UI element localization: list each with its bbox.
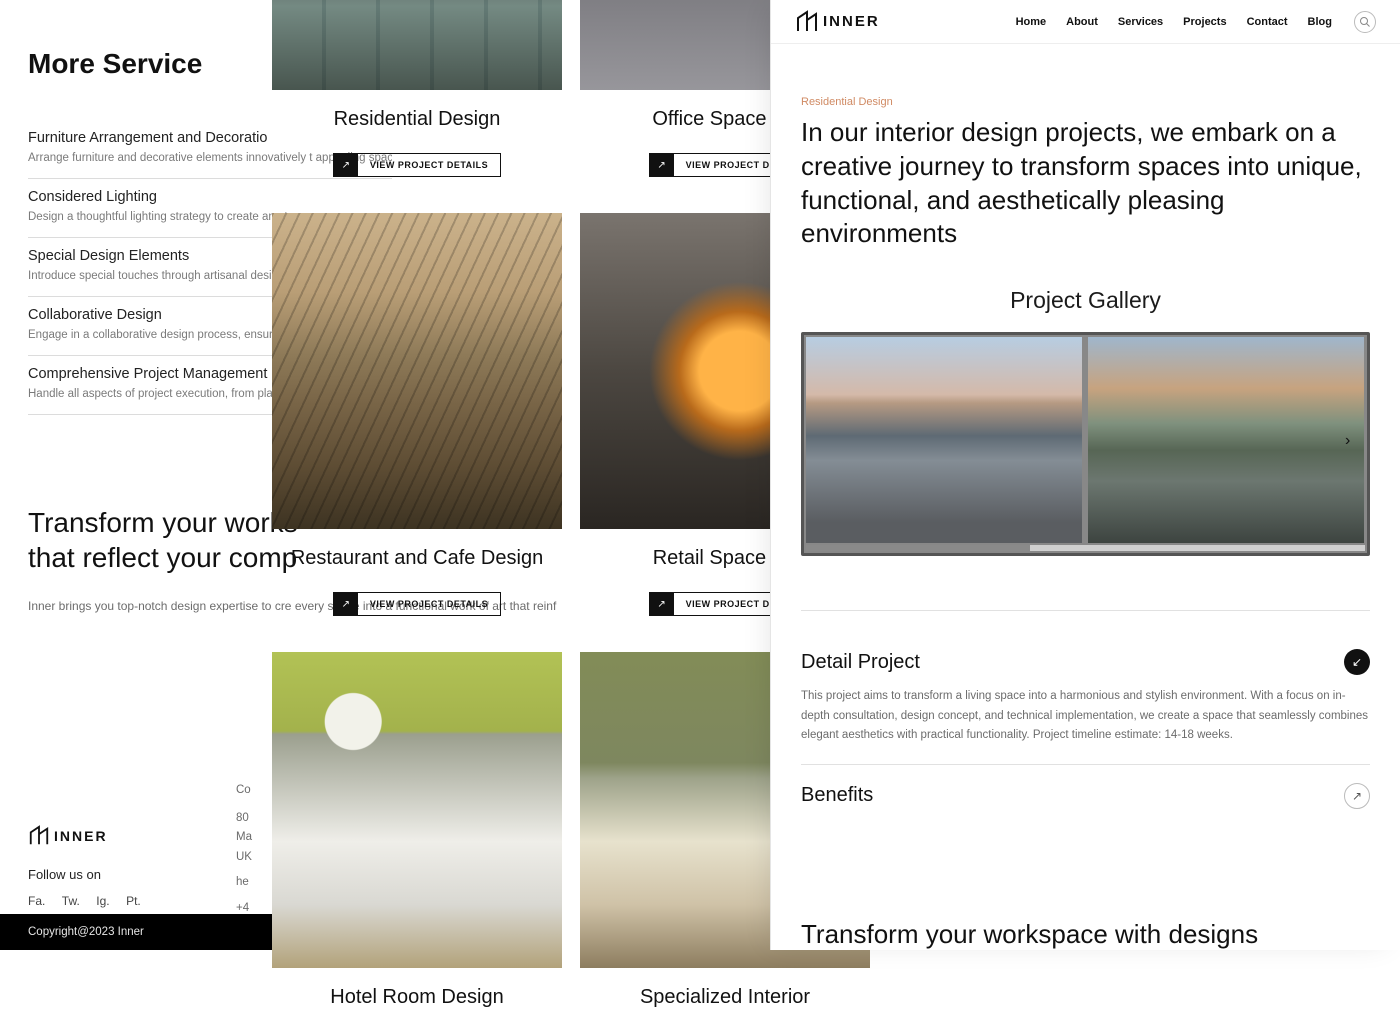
expand-icon: ↗: [1344, 783, 1370, 809]
copyright-text: Copyright@2023 Inner: [28, 926, 144, 938]
project-gallery[interactable]: ›: [801, 332, 1370, 556]
arrow-up-right-icon: ↗: [650, 592, 674, 616]
project-thumb: [272, 652, 562, 968]
nav-contact[interactable]: Contact: [1247, 16, 1288, 28]
panel-nav: Home About Services Projects Contact Blo…: [1016, 16, 1332, 28]
accordion-title: Detail Project: [801, 651, 920, 674]
nav-about[interactable]: About: [1066, 16, 1098, 28]
brand-text: INNER: [823, 13, 880, 30]
arrow-up-right-icon: ↗: [334, 153, 358, 177]
chevron-right-icon: ›: [1345, 432, 1350, 449]
social-instagram[interactable]: Ig.: [96, 894, 109, 908]
project-title: Hotel Room Design: [330, 986, 503, 1009]
project-thumb: [272, 213, 562, 529]
button-label: VIEW PROJECT DETAILS: [358, 599, 500, 609]
project-card-hotel[interactable]: Hotel Room Design: [272, 652, 562, 1009]
project-title: Restaurant and Cafe Design: [291, 547, 543, 570]
brand-text: INNER: [54, 828, 108, 844]
panel-headline: In our interior design projects, we emba…: [801, 116, 1370, 251]
accordion-header[interactable]: Benefits ↗: [801, 783, 1370, 809]
accordion-item-detail: Detail Project ↙ This project aims to tr…: [801, 631, 1370, 765]
view-project-button[interactable]: ↗ VIEW PROJECT DETAILS: [333, 592, 501, 616]
nav-projects[interactable]: Projects: [1183, 16, 1226, 28]
panel-logo[interactable]: INNER: [795, 10, 880, 34]
collapse-icon: ↙: [1344, 649, 1370, 675]
project-card-residential[interactable]: Residential Design ↗ VIEW PROJECT DETAIL…: [272, 0, 562, 177]
panel-header: INNER Home About Services Projects Conta…: [771, 0, 1400, 44]
accordion-title: Benefits: [801, 784, 873, 807]
scrollbar-thumb[interactable]: [806, 545, 1030, 551]
gallery-image[interactable]: [1088, 337, 1364, 543]
logo-icon: [28, 825, 50, 847]
arrow-up-right-icon: ↗: [650, 153, 674, 177]
accordion-item-benefits: Benefits ↗: [801, 765, 1370, 818]
view-project-button[interactable]: ↗ VIEW PROJECT DETAILS: [333, 153, 501, 177]
social-pinterest[interactable]: Pt.: [126, 894, 141, 908]
accordion-header[interactable]: Detail Project ↙: [801, 649, 1370, 675]
nav-blog[interactable]: Blog: [1308, 16, 1332, 28]
project-title: Specialized Interior: [640, 986, 810, 1009]
footer-contact: Co 80 Ma UK he +4: [236, 781, 252, 918]
accordion: Detail Project ↙ This project aims to tr…: [801, 611, 1370, 817]
project-title: Residential Design: [334, 108, 501, 131]
gallery-title: Project Gallery: [801, 287, 1370, 314]
detail-panel: INNER Home About Services Projects Conta…: [770, 0, 1400, 950]
gallery-next-button[interactable]: ›: [1345, 432, 1361, 456]
project-thumb: [272, 0, 562, 90]
project-card-restaurant[interactable]: Restaurant and Cafe Design ↗ VIEW PROJEC…: [272, 213, 562, 616]
panel-foot-heading: Transform your workspace with designs: [771, 818, 1400, 951]
nav-home[interactable]: Home: [1016, 16, 1047, 28]
social-facebook[interactable]: Fa.: [28, 894, 45, 908]
search-button[interactable]: [1354, 11, 1376, 33]
nav-services[interactable]: Services: [1118, 16, 1163, 28]
logo-icon: [795, 10, 819, 34]
search-icon: [1359, 16, 1371, 28]
gallery-scrollbar[interactable]: [806, 545, 1365, 551]
gallery-track[interactable]: [804, 335, 1367, 545]
panel-eyebrow: Residential Design: [801, 96, 1370, 108]
social-twitter[interactable]: Tw.: [62, 894, 80, 908]
accordion-body: This project aims to transform a living …: [801, 687, 1370, 746]
gallery-image[interactable]: [806, 337, 1082, 543]
arrow-up-right-icon: ↗: [334, 592, 358, 616]
button-label: VIEW PROJECT DETAILS: [358, 160, 500, 170]
